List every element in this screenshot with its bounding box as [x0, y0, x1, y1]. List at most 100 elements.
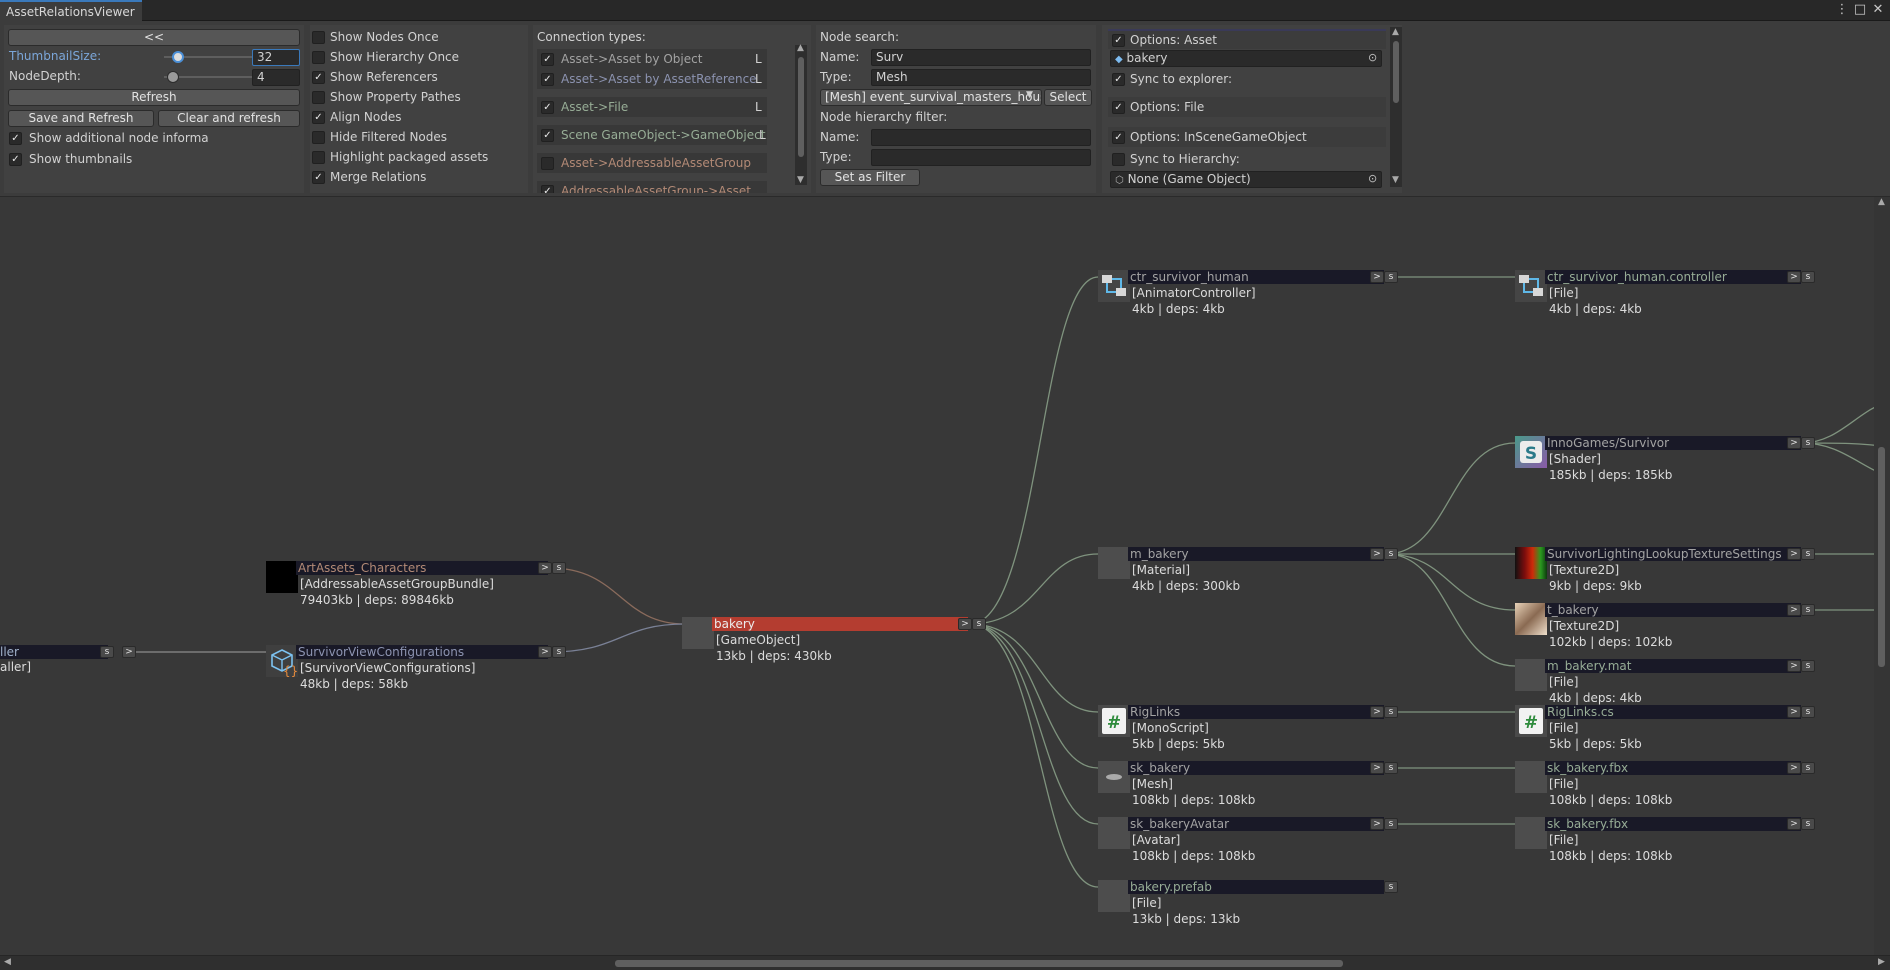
- node-select-button[interactable]: s: [1384, 271, 1398, 283]
- connection-row[interactable]: ✓ Scene GameObject->GameObject L: [537, 125, 767, 145]
- hide-filtered-checkbox[interactable]: [312, 131, 325, 144]
- node-header[interactable]: bakery.prefab s: [1128, 880, 1398, 894]
- connection-flag[interactable]: L: [755, 52, 762, 66]
- connection-row[interactable]: Asset->AddressableAssetGroup: [537, 153, 767, 173]
- connection-checkbox[interactable]: ✓: [541, 53, 554, 66]
- connection-flag[interactable]: L: [755, 72, 762, 86]
- search-result-dropdown[interactable]: [Mesh] event_survival_masters_hous: [820, 89, 1042, 106]
- node-select-button[interactable]: s: [1384, 548, 1398, 560]
- scroll-up-icon[interactable]: ▲: [797, 43, 804, 53]
- node-select-button[interactable]: s: [1801, 548, 1815, 560]
- node-expand-button[interactable]: >: [1787, 271, 1801, 283]
- game-object-field[interactable]: ⬡ None (Game Object): [1110, 171, 1382, 188]
- node-header[interactable]: m_bakery.mat s: [1545, 659, 1815, 673]
- graph-vertical-scrollbar[interactable]: ▲: [1874, 197, 1890, 955]
- node-header[interactable]: SurvivorViewConfigurations s: [296, 645, 566, 659]
- connection-row[interactable]: ✓ Asset->File L: [537, 97, 767, 117]
- node-expand-button[interactable]: >: [1787, 706, 1801, 718]
- node-expand-button[interactable]: >: [538, 646, 552, 658]
- connection-checkbox[interactable]: ✓: [541, 129, 554, 142]
- node-select-button[interactable]: s: [100, 646, 114, 658]
- node-header[interactable]: sk_bakery s: [1128, 761, 1398, 775]
- maximize-icon[interactable]: □: [1852, 2, 1868, 17]
- node-select-button[interactable]: s: [552, 562, 566, 574]
- collapse-button[interactable]: <<: [8, 29, 300, 46]
- node-header[interactable]: sk_bakery.fbx s: [1545, 761, 1815, 775]
- connection-checkbox[interactable]: ✓: [541, 101, 554, 114]
- connection-row[interactable]: ✓ Asset->Asset by Object L: [537, 49, 767, 69]
- slider-knob[interactable]: [172, 51, 184, 63]
- node-select-button[interactable]: s: [1801, 660, 1815, 672]
- scroll-up-icon[interactable]: ▲: [1878, 197, 1885, 207]
- node-select-button[interactable]: s: [1801, 706, 1815, 718]
- node-header[interactable]: sk_bakery.fbx s: [1545, 817, 1815, 831]
- connection-flag[interactable]: L: [759, 128, 766, 142]
- node-select-button[interactable]: s: [1801, 604, 1815, 616]
- scrollbar-thumb[interactable]: [1878, 447, 1885, 667]
- node-expand-button[interactable]: >: [1787, 818, 1801, 830]
- set-as-filter-button[interactable]: Set as Filter: [820, 169, 920, 186]
- scroll-right-icon[interactable]: ▶: [1878, 957, 1885, 967]
- node-select-button[interactable]: s: [1801, 437, 1815, 449]
- node-header[interactable]: SurvivorLightingLookupTextureSettings s: [1545, 547, 1815, 561]
- node-select-button[interactable]: s: [972, 618, 986, 630]
- inscene-options-row[interactable]: ✓ Options: InSceneGameObject: [1108, 127, 1386, 147]
- file-options-checkbox[interactable]: ✓: [1112, 101, 1125, 114]
- node-expand-button[interactable]: >: [1370, 706, 1384, 718]
- node-expand-button[interactable]: >: [958, 618, 972, 630]
- scroll-left-icon[interactable]: ◀: [4, 957, 11, 967]
- node-header[interactable]: ctr_survivor_human s: [1128, 270, 1398, 284]
- options-scrollbar[interactable]: ▲ ▼: [1390, 27, 1402, 187]
- node-expand-button[interactable]: >: [1370, 548, 1384, 560]
- graph-horizontal-scrollbar[interactable]: ◀ ▶: [0, 955, 1890, 970]
- connection-row[interactable]: ✓ Asset->Asset by AssetReference L: [537, 69, 767, 89]
- hierarchy-name-input[interactable]: [871, 129, 1091, 146]
- search-name-input[interactable]: Surv: [871, 49, 1091, 66]
- node-header[interactable]: InnoGames/Survivor s: [1545, 436, 1815, 450]
- node-expand-button[interactable]: >: [1370, 818, 1384, 830]
- scrollbar-thumb[interactable]: [798, 57, 804, 157]
- node-header[interactable]: bakery s: [712, 617, 986, 631]
- sync-explorer-checkbox[interactable]: ✓: [1112, 73, 1125, 86]
- node-expand-button[interactable]: >: [1787, 660, 1801, 672]
- node-header[interactable]: ArtAssets_Characters s: [296, 561, 566, 575]
- refresh-button[interactable]: Refresh: [8, 89, 300, 106]
- thumbnail-size-input[interactable]: 32: [252, 49, 300, 66]
- node-expand-button[interactable]: >: [1787, 548, 1801, 560]
- node-expand-button[interactable]: >: [1370, 762, 1384, 774]
- node-header[interactable]: m_bakery s: [1128, 547, 1398, 561]
- show-nodes-once-checkbox[interactable]: [312, 31, 325, 44]
- search-type-input[interactable]: Mesh: [871, 69, 1091, 86]
- node-select-button[interactable]: s: [552, 646, 566, 658]
- highlight-packaged-checkbox[interactable]: [312, 151, 325, 164]
- object-picker-icon[interactable]: ⊙: [1368, 51, 1377, 64]
- asset-object-field[interactable]: ◆ bakery: [1110, 50, 1382, 67]
- clear-refresh-button[interactable]: Clear and refresh: [158, 110, 300, 127]
- align-nodes-checkbox[interactable]: ✓: [312, 111, 325, 124]
- scrollbar-thumb[interactable]: [1393, 41, 1399, 103]
- select-button[interactable]: Select: [1044, 89, 1092, 106]
- node-select-button[interactable]: s: [1801, 762, 1815, 774]
- node-header[interactable]: ller s: [0, 645, 114, 659]
- node-expand-button[interactable]: >: [1370, 271, 1384, 283]
- node-expand-button[interactable]: >: [1787, 604, 1801, 616]
- scroll-down-icon[interactable]: ▼: [797, 175, 804, 185]
- node-expand-button[interactable]: >: [122, 646, 136, 658]
- node-header[interactable]: t_bakery s: [1545, 603, 1815, 617]
- merge-relations-checkbox[interactable]: ✓: [312, 171, 325, 184]
- show-property-pathes-checkbox[interactable]: [312, 91, 325, 104]
- node-select-button[interactable]: s: [1801, 271, 1815, 283]
- node-header[interactable]: RigLinks s: [1128, 705, 1398, 719]
- connection-flag[interactable]: L: [755, 100, 762, 114]
- show-hierarchy-once-checkbox[interactable]: [312, 51, 325, 64]
- window-tab[interactable]: AssetRelationsViewer: [0, 0, 142, 21]
- node-select-button[interactable]: s: [1384, 881, 1398, 893]
- save-refresh-button[interactable]: Save and Refresh: [8, 110, 154, 127]
- file-options-row[interactable]: ✓ Options: File: [1108, 97, 1386, 117]
- more-menu-icon[interactable]: ⋮: [1834, 2, 1850, 17]
- node-depth-input[interactable]: 4: [252, 69, 300, 86]
- node-header[interactable]: RigLinks.cs s: [1545, 705, 1815, 719]
- thumbnail-size-slider[interactable]: [164, 50, 254, 64]
- inscene-options-checkbox[interactable]: ✓: [1112, 131, 1125, 144]
- sync-hierarchy-checkbox[interactable]: [1112, 153, 1125, 166]
